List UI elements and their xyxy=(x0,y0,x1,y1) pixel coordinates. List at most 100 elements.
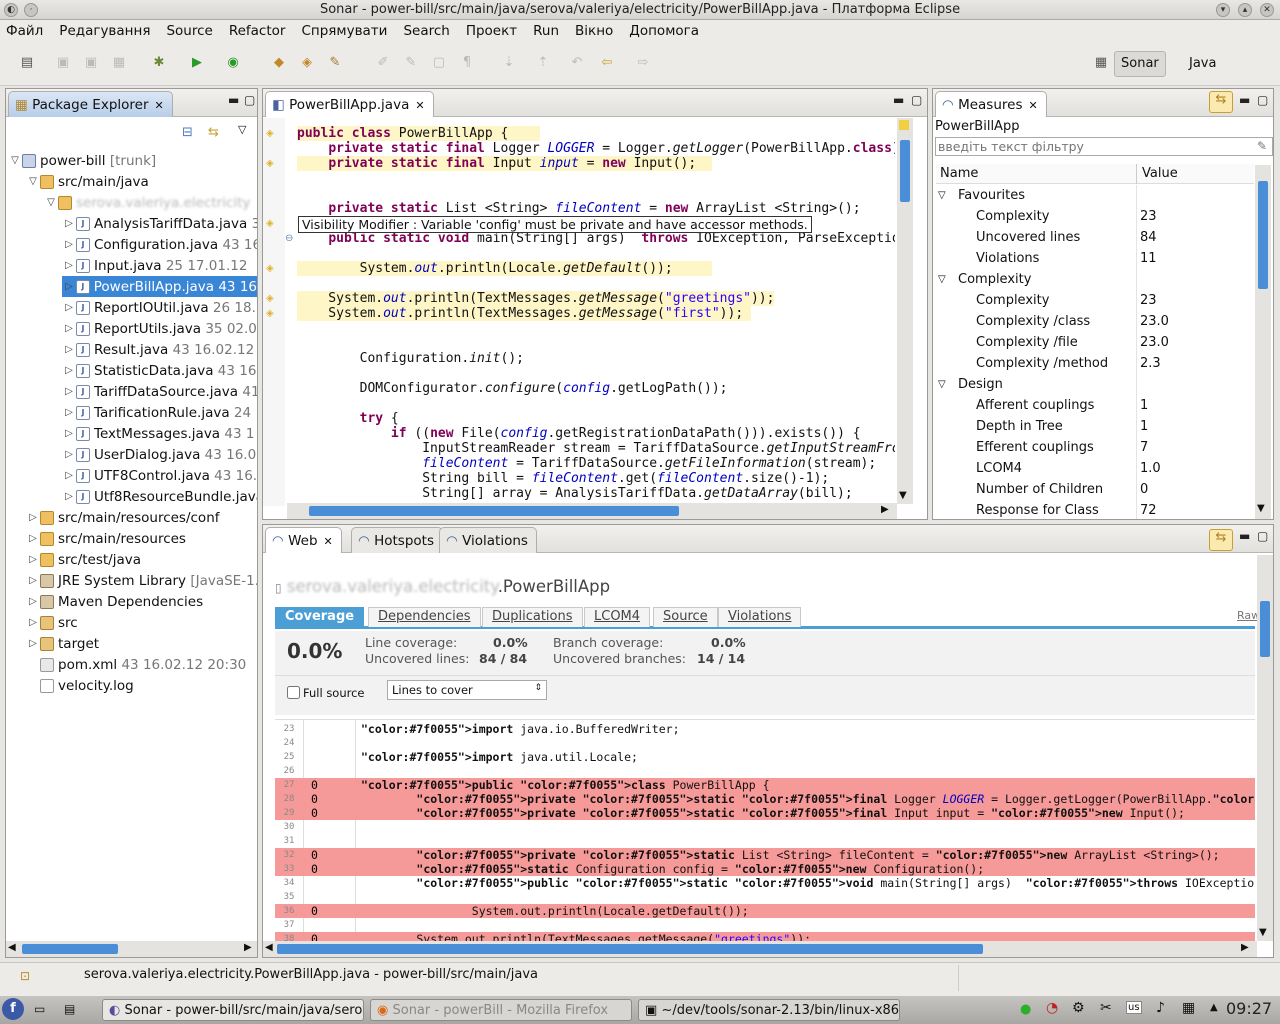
keyboard-layout-indicator[interactable]: us xyxy=(1126,1001,1142,1014)
dependencies-tab[interactable]: Dependencies xyxy=(368,607,481,627)
scroll-down-icon[interactable]: ▼ xyxy=(1257,503,1265,514)
measure-row[interactable]: Complexity 23 xyxy=(936,290,1254,311)
close-tab-icon[interactable]: ✕ xyxy=(324,535,333,548)
printer-icon[interactable]: ▦ xyxy=(1182,1000,1195,1016)
web-horizontal-scrollbar[interactable]: ◀ ▶ xyxy=(263,941,1257,957)
expand-icon[interactable]: ▷ xyxy=(62,239,76,250)
last-edit-icon[interactable]: ↶ xyxy=(568,54,586,72)
menu-project[interactable]: Проект xyxy=(466,23,517,39)
menu-help[interactable]: Допомога xyxy=(629,23,699,39)
fast-view-icon[interactable]: ⊡ xyxy=(20,969,30,983)
expand-icon[interactable]: ▷ xyxy=(62,323,76,334)
task-firefox[interactable]: ◉ Sonar - powerBill - Mozilla Firefox xyxy=(370,999,632,1021)
maximize-editor-icon[interactable]: ▢ xyxy=(911,93,922,107)
col-name-header[interactable]: Name xyxy=(940,166,978,181)
tree-file[interactable]: ▷ J PowerBillApp.java 43 16 xyxy=(62,276,257,297)
tree-file[interactable]: ▷ J ReportIOUtil.java 26 18. xyxy=(62,297,256,318)
show-whitespace-icon[interactable]: ¶ xyxy=(458,54,476,72)
tree-file[interactable]: ▷ J UserDialog.java 43 16.0 xyxy=(62,444,256,465)
tree-src-test-java[interactable]: ▷ src/test/java xyxy=(26,549,141,570)
menu-edit[interactable]: Редагування xyxy=(59,23,150,39)
tree-resources-conf[interactable]: ▷ src/main/resources/conf xyxy=(26,507,219,528)
expand-icon[interactable]: ▷ xyxy=(62,449,76,460)
tree-file[interactable]: ▷ J TextMessages.java 43 1 xyxy=(62,423,254,444)
link-with-editor-icon[interactable]: ⇆ xyxy=(1209,91,1233,113)
java-perspective-button[interactable]: Java xyxy=(1182,51,1223,77)
run-icon[interactable]: ▶ xyxy=(188,54,206,72)
scroll-right-icon[interactable]: ▶ xyxy=(1241,942,1249,953)
hotspots-tab[interactable]: ◠ Hotspots xyxy=(351,527,443,553)
tray-expand-icon[interactable]: ▲ xyxy=(1210,1002,1218,1013)
link-with-editor-icon[interactable]: ⇆ xyxy=(1209,529,1233,551)
scroll-down-icon[interactable]: ▼ xyxy=(899,490,907,501)
editor-vertical-scrollbar[interactable]: ▼ xyxy=(897,118,913,504)
expand-icon[interactable]: ▷ xyxy=(62,428,76,439)
measure-row[interactable]: LCOM4 1.0 xyxy=(936,458,1254,479)
menu-window[interactable]: Вікно xyxy=(575,23,613,39)
print-icon[interactable]: ▦ xyxy=(110,54,128,72)
measure-row[interactable]: Violations 11 xyxy=(936,248,1254,269)
web-tab[interactable]: ◠ Web ✕ xyxy=(265,527,342,553)
new-icon[interactable]: ▤ xyxy=(18,54,36,72)
tree-package[interactable]: ▽ serova.valeriya.electricity xyxy=(44,192,250,213)
sonar-perspective-button[interactable]: Sonar xyxy=(1114,51,1166,77)
clock-app-icon[interactable]: ◔ xyxy=(1046,1000,1058,1016)
coverage-tab[interactable]: Coverage xyxy=(275,607,365,627)
network-status-icon[interactable]: ● xyxy=(1020,1002,1031,1017)
highlight-icon[interactable]: ✎ xyxy=(402,54,420,72)
maximize-view-icon[interactable]: ▢ xyxy=(1257,529,1268,543)
close-tab-icon[interactable]: ✕ xyxy=(1029,99,1038,112)
lcom4-tab[interactable]: LCOM4 xyxy=(584,607,651,627)
tree-file[interactable]: ▷ J TariffDataSource.java 41 xyxy=(62,381,257,402)
maximize-view-icon[interactable]: ▢ xyxy=(244,93,255,107)
package-explorer-tab[interactable]: ▦ Package Explorer ✕ xyxy=(8,91,173,117)
menu-run[interactable]: Run xyxy=(533,23,559,39)
editor-horizontal-scrollbar[interactable]: ▶ xyxy=(287,503,897,519)
overview-warning-icon[interactable] xyxy=(899,120,909,130)
scroll-down-icon[interactable]: ▼ xyxy=(1259,927,1267,938)
scroll-left-icon[interactable]: ◀ xyxy=(265,942,273,953)
tree-file[interactable]: ▷ J ReportUtils.java 35 02.0 xyxy=(62,318,257,339)
tree-jre[interactable]: ▷JRE System Library [JavaSE-1.6 xyxy=(26,570,257,591)
close-tab-icon[interactable]: ✕ xyxy=(415,99,424,112)
link-editor-icon[interactable]: ⇆ xyxy=(208,125,219,140)
tree-file[interactable]: ▷ J TarificationRule.java 24 xyxy=(62,402,251,423)
tree-file[interactable]: ▷ J Result.java 43 16.02.12 xyxy=(62,339,254,360)
tree-project[interactable]: ▽ power-bill [trunk] xyxy=(8,150,156,171)
filter-input[interactable] xyxy=(935,137,1273,156)
scroll-thumb[interactable] xyxy=(900,140,910,202)
measure-group[interactable]: ▽ Favourites xyxy=(936,185,1254,206)
tree-resources[interactable]: ▷ src/main/resources xyxy=(26,528,186,549)
tree-target[interactable]: ▷ target xyxy=(26,633,99,654)
clear-filter-icon[interactable]: ✎ xyxy=(1257,139,1267,153)
measure-row[interactable]: Number of Children 0 xyxy=(936,479,1254,500)
minimize-icon[interactable]: ▾ xyxy=(1216,3,1230,17)
minimize-view-icon[interactable]: ▬ xyxy=(1239,529,1250,543)
measures-tab[interactable]: ◠ Measures ✕ xyxy=(935,91,1047,117)
scroll-thumb[interactable] xyxy=(1260,601,1270,657)
measure-group[interactable]: ▽ Complexity xyxy=(936,269,1254,290)
measure-row[interactable]: Complexity /file 23.0 xyxy=(936,332,1254,353)
clipboard-icon[interactable]: ✂ xyxy=(1100,1000,1112,1016)
menu-search[interactable]: Search xyxy=(403,23,449,39)
open-type-icon[interactable]: ◈ xyxy=(298,54,316,72)
code-area[interactable]: public class PowerBillApp { private stat… xyxy=(263,118,895,502)
tree-maven[interactable]: ▷ Maven Dependencies xyxy=(26,591,203,612)
expand-icon[interactable]: ▷ xyxy=(62,470,76,481)
scroll-thumb[interactable] xyxy=(277,944,983,954)
collapse-all-icon[interactable]: ⊟ xyxy=(182,125,193,140)
next-annotation-icon[interactable]: ⇣ xyxy=(500,54,518,72)
forward-icon[interactable]: ⇨ xyxy=(634,54,652,72)
tree-file[interactable]: ▷ J Configuration.java 43 16 xyxy=(62,234,257,255)
scroll-right-icon[interactable]: ▶ xyxy=(881,504,889,515)
debug-icon[interactable]: ✱ xyxy=(150,54,168,72)
expand-icon[interactable]: ▷ xyxy=(62,407,76,418)
measures-vertical-scrollbar[interactable]: ▼ xyxy=(1255,165,1271,519)
task-terminal[interactable]: ▣ ~/dev/tools/sonar-2.13/bin/linux-x86-6 xyxy=(638,999,900,1021)
expand-icon[interactable]: ▷ xyxy=(62,365,76,376)
violations-tab[interactable]: ◠ Violations xyxy=(439,527,537,553)
horizontal-scrollbar[interactable]: ◀ ▶ xyxy=(6,941,257,957)
minimize-view-icon[interactable]: ▬ xyxy=(1239,93,1250,107)
measure-row[interactable]: Complexity 23 xyxy=(936,206,1254,227)
back-icon[interactable]: ⇦ xyxy=(598,54,616,72)
